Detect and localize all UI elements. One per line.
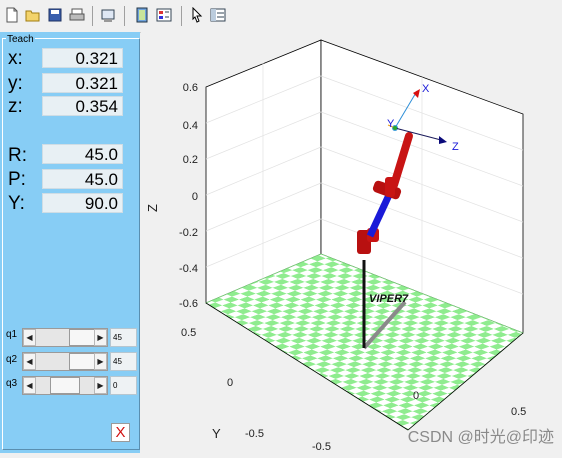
- z-tick-label: 0: [192, 191, 198, 203]
- yaw-value: 90.0: [42, 193, 123, 213]
- y-tick-label: -0.5: [245, 428, 264, 440]
- y-value: 0.321: [42, 73, 123, 93]
- q3-value[interactable]: 0: [110, 376, 137, 395]
- q2-slider[interactable]: ◀ ▶: [22, 352, 108, 371]
- y-tick-label: 0: [227, 377, 233, 389]
- roll-value: 45.0: [42, 144, 123, 164]
- teach-title: Teach: [6, 34, 35, 45]
- slider-right-arrow-icon[interactable]: ▶: [94, 329, 107, 346]
- z-label: z:: [8, 96, 23, 117]
- q2-value[interactable]: 45: [110, 352, 137, 371]
- z-tick-label: -0.2: [179, 227, 198, 239]
- y-tick-label: 0.5: [181, 327, 196, 339]
- open-icon[interactable]: [24, 6, 42, 24]
- pitch-value: 45.0: [42, 169, 123, 189]
- q1-slider[interactable]: ◀ ▶: [22, 328, 108, 347]
- roll-label: R:: [8, 145, 27, 166]
- watermark: CSDN @时光@印迹: [407, 429, 554, 446]
- z-axis-label: Z: [145, 204, 160, 212]
- new-icon[interactable]: [3, 6, 21, 24]
- toolbar-separator: [92, 6, 93, 26]
- slider-left-arrow-icon[interactable]: ◀: [23, 353, 36, 370]
- slider-left-arrow-icon[interactable]: ◀: [23, 377, 36, 394]
- frame-z-label: Z: [452, 141, 459, 153]
- q1-label: q1: [6, 329, 18, 340]
- z-tick-labels: 0.6 0.4 0.2 0 -0.2 -0.4 -0.6: [179, 82, 198, 310]
- robot-3d-plot[interactable]: X Y Z VIPER7 0.6 0.4 0.2 0 -0.2 -0.4 -0.…: [141, 32, 562, 453]
- z-tick-label: 0.6: [183, 82, 198, 94]
- x-tick-label: -0.5: [312, 441, 331, 453]
- property-inspector-icon[interactable]: [209, 6, 227, 24]
- q1-value[interactable]: 45: [110, 328, 137, 347]
- slider-right-arrow-icon[interactable]: ▶: [94, 353, 107, 370]
- slider-right-arrow-icon[interactable]: ▶: [94, 377, 107, 394]
- x-value: 0.321: [42, 48, 123, 68]
- yaw-label: Y:: [8, 193, 25, 214]
- slider-left-arrow-icon[interactable]: ◀: [23, 329, 36, 346]
- q3-slider[interactable]: ◀ ▶: [22, 376, 108, 395]
- y-label: y:: [8, 73, 23, 94]
- q3-label: q3: [6, 378, 18, 389]
- print-preview-icon[interactable]: [99, 6, 117, 24]
- toolbar: [0, 0, 562, 33]
- toolbar-separator: [181, 6, 182, 26]
- z-tick-label: -0.4: [179, 263, 198, 275]
- toolbar-separator: [124, 6, 125, 26]
- pointer-icon[interactable]: [188, 6, 206, 24]
- close-teach-button[interactable]: X: [111, 423, 130, 442]
- y-tick-labels: 0.5 0 -0.5: [181, 327, 264, 440]
- robot-name-label: VIPER7: [369, 293, 409, 305]
- z-tick-label: 0.2: [183, 154, 198, 166]
- frame-y-label: Y: [387, 118, 395, 130]
- x-tick-label: 0: [413, 390, 419, 402]
- pitch-label: P:: [8, 169, 26, 190]
- x-tick-label: 0.5: [511, 406, 526, 418]
- figure-icon[interactable]: [133, 6, 151, 24]
- save-icon[interactable]: [46, 6, 64, 24]
- print-icon[interactable]: [68, 6, 86, 24]
- z-tick-label: 0.4: [183, 120, 198, 132]
- frame-x-label: X: [422, 83, 430, 95]
- q2-label: q2: [6, 354, 18, 365]
- plot-canvas: X Y Z VIPER7 0.6 0.4 0.2 0 -0.2 -0.4 -0.…: [145, 39, 526, 453]
- x-label: x:: [8, 48, 23, 69]
- z-tick-label: -0.6: [179, 298, 198, 310]
- q3-slider-thumb[interactable]: [50, 377, 80, 394]
- figure-panel-icon[interactable]: [155, 6, 173, 24]
- teach-panel: Teach x: 0.321 y: 0.321 z: 0.354 R: 45.0…: [0, 32, 140, 453]
- z-value: 0.354: [42, 96, 123, 116]
- y-axis-label: Y: [212, 426, 221, 441]
